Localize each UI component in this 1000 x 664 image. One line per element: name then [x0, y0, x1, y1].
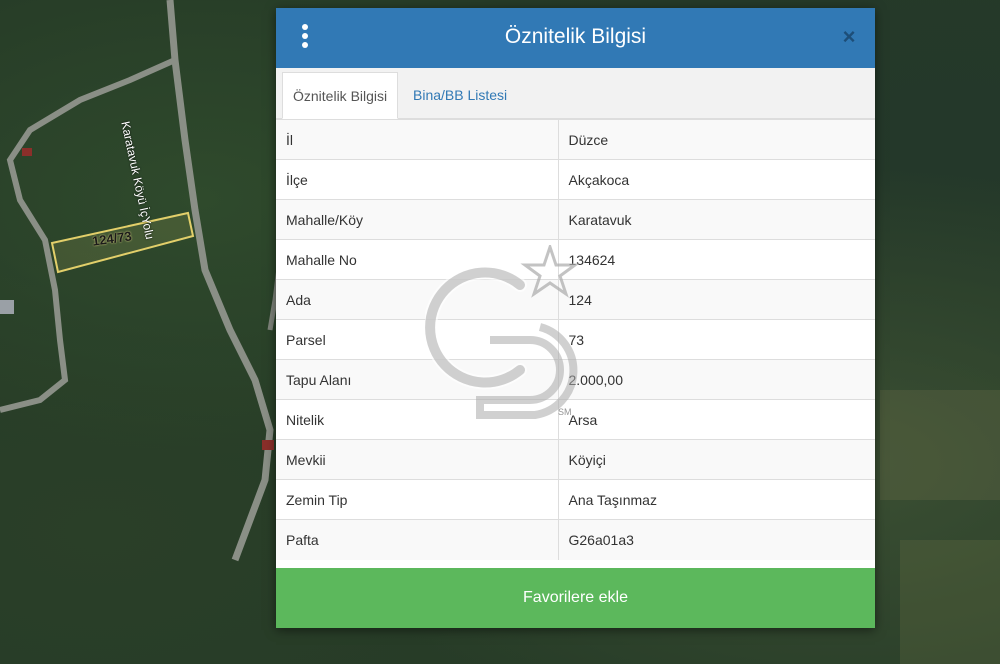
attribute-value: Karatavuk — [557, 199, 875, 240]
attribute-key: İl — [276, 119, 558, 160]
attribute-value: 134624 — [557, 239, 875, 280]
building-marker — [0, 300, 14, 314]
modal-title: Öznitelik Bilgisi — [504, 25, 647, 48]
attribute-key: Mahalle No — [276, 239, 558, 280]
field-patch — [900, 540, 1000, 664]
attribute-value: Köyiçi — [557, 439, 875, 480]
attribute-key: Pafta — [276, 519, 558, 560]
table-row: Ada 124 — [276, 279, 875, 320]
table-row: Nitelik Arsa — [276, 399, 875, 440]
road-main — [166, 0, 274, 562]
table-row: Mevkii Köyiçi — [276, 439, 875, 480]
building-marker — [22, 148, 32, 156]
attribute-key: İlçe — [276, 159, 558, 200]
add-to-favorites-button[interactable]: Favorilere ekle — [276, 568, 875, 628]
tab-attribute-info[interactable]: Öznitelik Bilgisi — [282, 72, 399, 119]
tab-building-list[interactable]: Bina/BB Listesi — [403, 72, 517, 118]
attribute-value: Düzce — [557, 119, 875, 160]
attribute-value: 73 — [557, 319, 875, 360]
attribute-value: Ana Taşınmaz — [557, 479, 875, 520]
table-row: Mahalle No 134624 — [276, 239, 875, 280]
attribute-value: G26a01a3 — [557, 519, 875, 560]
attribute-key: Mahalle/Köy — [276, 199, 558, 240]
table-row: İlçe Akçakoca — [276, 159, 875, 200]
tab-bar: Öznitelik Bilgisi Bina/BB Listesi — [276, 68, 875, 119]
table-row: Parsel 73 — [276, 319, 875, 360]
attribute-value: 2.000,00 — [557, 359, 875, 400]
attribute-key: Parsel — [276, 319, 558, 360]
table-row: Zemin Tip Ana Taşınmaz — [276, 479, 875, 520]
attribute-value: Arsa — [557, 399, 875, 440]
attribute-info-modal: Öznitelik Bilgisi × Öznitelik Bilgisi Bi… — [276, 8, 875, 628]
modal-header: Öznitelik Bilgisi × — [276, 8, 875, 68]
attribute-key: Zemin Tip — [276, 479, 558, 520]
field-patch — [880, 390, 1000, 500]
attribute-table: İl Düzce İlçe Akçakoca Mahalle/Köy Karatavuk M… — [276, 119, 875, 560]
attribute-value: Akçakoca — [557, 159, 875, 200]
building-marker — [262, 440, 274, 450]
attribute-key: Nitelik — [276, 399, 558, 440]
close-icon[interactable]: × — [839, 22, 859, 52]
attribute-key: Mevkii — [276, 439, 558, 480]
table-row: Pafta G26a01a3 — [276, 519, 875, 560]
attribute-key: Tapu Alanı — [276, 359, 558, 400]
table-row: İl Düzce — [276, 119, 875, 160]
attribute-key: Ada — [276, 279, 558, 320]
table-row: Mahalle/Köy Karatavuk — [276, 199, 875, 240]
attribute-value: 124 — [557, 279, 875, 320]
table-row: Tapu Alanı 2.000,00 — [276, 359, 875, 400]
